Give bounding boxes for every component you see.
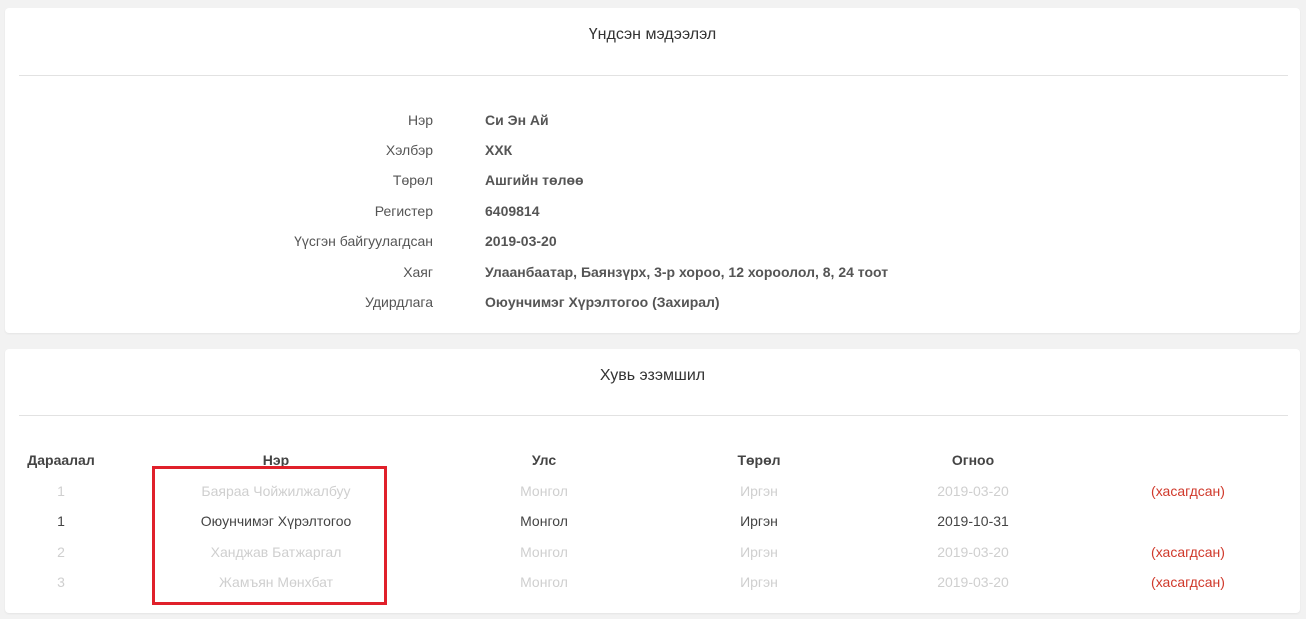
cell-type: Иргэн — [740, 483, 778, 499]
info-label: Нэр — [407, 112, 433, 128]
info-row-founded: Үүсгэн байгуулагдсан 2019-03-20 — [5, 233, 1300, 253]
cell-order: 3 — [57, 574, 65, 590]
header-type: Төрөл — [737, 452, 781, 468]
cell-status: (хасагдсан) — [1151, 544, 1225, 560]
cell-date: 2019-03-20 — [937, 574, 1009, 590]
cell-status: (хасагдсан) — [1151, 483, 1225, 499]
info-row-type: Төрөл Ашгийн төлөө — [5, 172, 1300, 192]
basic-info-title: Үндсэн мэдээлэл — [588, 26, 717, 43]
info-row-management: Удирдлага Оюунчимэг Хүрэлтогоо (Захирал) — [5, 294, 1300, 314]
info-value: Оюунчимэг Хүрэлтогоо (Захирал) — [485, 294, 720, 310]
info-value: 2019-03-20 — [485, 233, 557, 249]
cell-country: Монгол — [520, 544, 568, 560]
header-country: Улс — [531, 452, 557, 468]
ownership-divider — [19, 415, 1288, 416]
header-order: Дараалал — [27, 452, 95, 468]
info-label: Үүсгэн байгуулагдсан — [294, 233, 433, 249]
cell-date: 2019-03-20 — [937, 544, 1009, 560]
basic-info-card: Үндсэн мэдээлэл Нэр Си Эн Ай Хэлбэр ХХК … — [5, 8, 1300, 333]
cell-type: Иргэн — [740, 544, 778, 560]
ownership-title: Хувь эзэмшил — [599, 367, 706, 384]
cell-order: 2 — [57, 544, 65, 560]
cell-type: Иргэн — [740, 513, 778, 529]
cell-date: 2019-10-31 — [937, 513, 1009, 529]
cell-country: Монгол — [520, 483, 568, 499]
info-value: 6409814 — [485, 203, 540, 219]
info-label: Хэлбэр — [385, 142, 433, 158]
info-label: Удирдлага — [365, 294, 433, 310]
info-label: Регистер — [374, 203, 433, 219]
info-label: Хаяг — [403, 264, 433, 280]
info-value: ХХК — [485, 142, 513, 158]
header-date: Огноо — [951, 452, 995, 468]
info-value: Улаанбаатар, Баянзүрх, 3-р хороо, 12 хор… — [485, 264, 889, 280]
cell-country: Монгол — [520, 574, 568, 590]
info-label: Төрөл — [392, 172, 433, 188]
cell-order: 1 — [57, 513, 65, 529]
cell-order: 1 — [57, 483, 65, 499]
cell-country: Монгол — [520, 513, 568, 529]
cell-status: (хасагдсан) — [1151, 574, 1225, 590]
info-value: Си Эн Ай — [485, 112, 549, 128]
info-row-address: Хаяг Улаанбаатар, Баянзүрх, 3-р хороо, 1… — [5, 264, 1300, 284]
highlight-annotation-box — [152, 466, 387, 605]
info-row-register: Регистер 6409814 — [5, 203, 1300, 223]
cell-type: Иргэн — [740, 574, 778, 590]
info-value: Ашгийн төлөө — [485, 172, 584, 188]
basic-info-divider — [19, 75, 1288, 76]
info-row-form: Хэлбэр ХХК — [5, 142, 1300, 162]
cell-date: 2019-03-20 — [937, 483, 1009, 499]
info-row-name: Нэр Си Эн Ай — [5, 112, 1300, 132]
